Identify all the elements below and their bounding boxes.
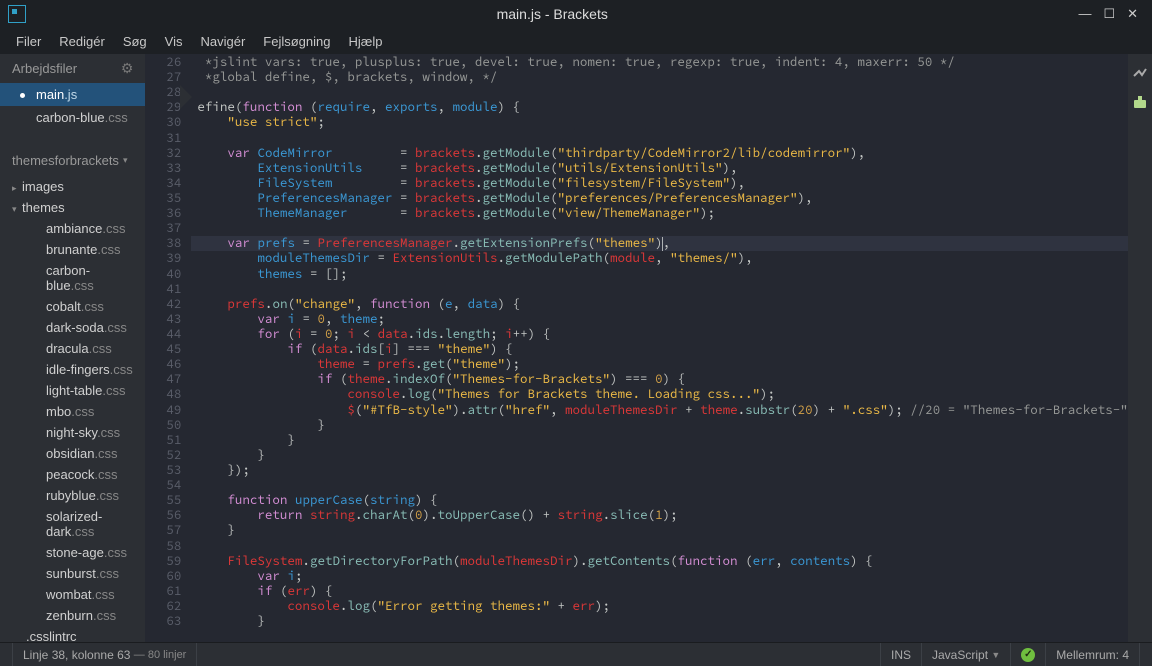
active-file-pointer [180, 85, 192, 109]
file-item[interactable]: wombat.css [0, 584, 145, 605]
file-item[interactable]: solarized-dark.css [0, 506, 145, 542]
status-language[interactable]: JavaScript ▼ [922, 643, 1011, 666]
file-item[interactable]: brunante.css [0, 239, 145, 260]
working-file[interactable]: carbon-blue.css [0, 106, 145, 129]
status-cursor[interactable]: Linje 38, kolonne 63 — 80 linjer [12, 643, 197, 666]
menu-filer[interactable]: Filer [8, 31, 49, 52]
file-item[interactable]: ambiance.css [0, 218, 145, 239]
working-files-header: Arbejdsfiler ⚙ [0, 54, 145, 83]
file-item[interactable]: cobalt.css [0, 296, 145, 317]
file-item[interactable]: dark-soda.css [0, 317, 145, 338]
status-ins[interactable]: INS [880, 643, 922, 666]
status-lint-ok[interactable]: ✓ [1011, 643, 1046, 666]
gear-icon[interactable]: ⚙ [121, 60, 134, 77]
file-item[interactable]: dracula.css [0, 338, 145, 359]
menu-rediger[interactable]: Redigér [51, 31, 113, 52]
file-item[interactable]: zenburn.css [0, 605, 145, 626]
sidebar: Arbejdsfiler ⚙ main.jscarbon-blue.css th… [0, 54, 145, 642]
file-item[interactable]: idle-fingers.css [0, 359, 145, 380]
line-gutter: 2627282930313233343536373839404142434445… [145, 54, 191, 642]
editor[interactable]: 2627282930313233343536373839404142434445… [145, 54, 1127, 642]
file-item[interactable]: obsidian.css [0, 443, 145, 464]
working-file[interactable]: main.js [0, 83, 145, 106]
app-icon [8, 5, 26, 23]
code-area[interactable]: *jslint vars: true, plusplus: true, deve… [191, 54, 1127, 642]
file-item[interactable]: light-table.css [0, 380, 145, 401]
menubar: Filer Redigér Søg Vis Navigér Fejlsøgnin… [0, 28, 1152, 54]
menu-sog[interactable]: Søg [115, 31, 155, 52]
status-spaces[interactable]: Mellemrum: 4 [1046, 643, 1140, 666]
menu-naviger[interactable]: Navigér [192, 31, 253, 52]
folder-images[interactable]: ▸images [0, 176, 145, 197]
live-preview-icon[interactable] [1132, 66, 1148, 80]
file-item[interactable]: rubyblue.css [0, 485, 145, 506]
file-item[interactable]: .csslintrc [0, 626, 145, 642]
file-item[interactable]: carbon-blue.css [0, 260, 145, 296]
file-item[interactable]: mbo.css [0, 401, 145, 422]
window-title: main.js - Brackets [26, 6, 1078, 22]
close-button[interactable]: ✕ [1127, 6, 1138, 22]
menu-vis[interactable]: Vis [157, 31, 191, 52]
statusbar: Linje 38, kolonne 63 — 80 linjer INS Jav… [0, 642, 1152, 666]
menu-hjaelp[interactable]: Hjælp [340, 31, 390, 52]
file-item[interactable]: peacock.css [0, 464, 145, 485]
titlebar: main.js - Brackets — ☐ ✕ [0, 0, 1152, 28]
file-item[interactable]: sunburst.css [0, 563, 145, 584]
folder-themes[interactable]: ▾themes [0, 197, 145, 218]
file-item[interactable]: night-sky.css [0, 422, 145, 443]
extension-manager-icon[interactable] [1132, 94, 1148, 108]
file-item[interactable]: stone-age.css [0, 542, 145, 563]
maximize-button[interactable]: ☐ [1103, 6, 1115, 22]
minimize-button[interactable]: — [1078, 6, 1091, 22]
project-header[interactable]: themesforbrackets ▾ [0, 147, 145, 174]
menu-fejlsogning[interactable]: Fejlsøgning [255, 31, 338, 52]
chevron-down-icon: ▾ [123, 155, 128, 166]
right-toolbar [1128, 54, 1152, 642]
